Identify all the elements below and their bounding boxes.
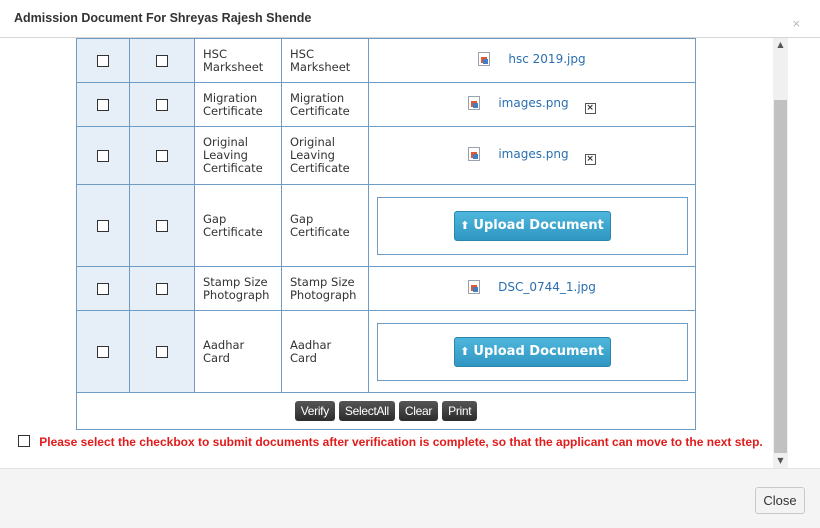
file-link[interactable]: DSC_0744_1.jpg [468, 280, 596, 294]
modal-body: HSC Marksheet HSC Marksheet hsc 2019.jpg M… [0, 38, 820, 468]
document-label: HSC Marksheet [281, 38, 369, 83]
document-name: Original Leaving Certificate [194, 126, 282, 185]
delete-x-icon[interactable]: × [584, 153, 596, 165]
image-file-icon [468, 95, 481, 110]
select-checkbox[interactable] [156, 55, 168, 67]
documents-table: HSC Marksheet HSC Marksheet hsc 2019.jpg M… [76, 38, 696, 430]
file-link[interactable]: hsc 2019.jpg [478, 52, 586, 66]
notice-text: Please select the checkbox to submit doc… [39, 435, 763, 449]
upload-icon: ⬆ [460, 219, 470, 232]
submit-notice: Please select the checkbox to submit doc… [18, 433, 768, 451]
table-row: Original Leaving Certificate Original Leavi… [76, 126, 696, 185]
table-row: Aadhar Card Aadhar Card ⬆ Upload Document [76, 310, 696, 393]
document-label: Stamp Size Photograph [281, 266, 369, 311]
document-name: Stamp Size Photograph [194, 266, 282, 311]
verify-checkbox[interactable] [97, 55, 109, 67]
select-all-button[interactable]: SelectAll [338, 401, 395, 421]
modal-header: Admission Document For Shreyas Rajesh Sh… [0, 0, 820, 38]
document-name: Aadhar Card [194, 310, 282, 393]
submit-checkbox[interactable] [18, 435, 30, 447]
select-checkbox[interactable] [156, 283, 168, 295]
verify-button[interactable]: Verify [294, 401, 335, 421]
verify-checkbox[interactable] [97, 99, 109, 111]
modal-title: Admission Document For Shreyas Rajesh Sh… [14, 11, 312, 25]
scroll-thumb[interactable] [774, 100, 787, 453]
table-row: HSC Marksheet HSC Marksheet hsc 2019.jpg [76, 38, 696, 83]
action-row: Verify SelectAll Clear Print [76, 392, 696, 430]
table-row: Gap Certificate Gap Certificate ⬆ Upload Do… [76, 184, 696, 267]
file-link[interactable]: images.png [468, 95, 569, 110]
file-link[interactable]: images.png [468, 146, 569, 161]
vertical-scrollbar[interactable]: ▲ ▼ [773, 38, 788, 468]
chevron-up-icon[interactable]: ▲ [773, 38, 788, 52]
image-file-icon [468, 280, 481, 294]
document-label: Aadhar Card [281, 310, 369, 393]
document-name: Migration Certificate [194, 82, 282, 127]
delete-x-icon[interactable]: × [584, 102, 596, 114]
document-name: HSC Marksheet [194, 38, 282, 83]
modal-footer: Close [0, 468, 820, 528]
select-checkbox[interactable] [156, 346, 168, 358]
upload-document-button[interactable]: ⬆ Upload Document [453, 210, 611, 241]
image-file-icon [478, 52, 491, 66]
document-name: Gap Certificate [194, 184, 282, 267]
verify-checkbox[interactable] [97, 220, 109, 232]
upload-document-button[interactable]: ⬆ Upload Document [453, 336, 611, 367]
close-icon[interactable]: × [792, 18, 801, 29]
table-row: Migration Certificate Migration Certificat… [76, 82, 696, 127]
image-file-icon [468, 146, 481, 161]
clear-button[interactable]: Clear [398, 401, 439, 421]
select-checkbox[interactable] [156, 99, 168, 111]
document-label: Original Leaving Certificate [281, 126, 369, 185]
select-checkbox[interactable] [156, 150, 168, 162]
upload-box: ⬆ Upload Document [376, 322, 688, 381]
close-button[interactable]: Close [755, 487, 805, 514]
select-checkbox[interactable] [156, 220, 168, 232]
verify-checkbox[interactable] [97, 283, 109, 295]
print-button[interactable]: Print [442, 401, 478, 421]
verify-checkbox[interactable] [97, 346, 109, 358]
upload-box: ⬆ Upload Document [376, 196, 688, 255]
verify-checkbox[interactable] [97, 150, 109, 162]
table-row: Stamp Size Photograph Stamp Size Photograp… [76, 266, 696, 311]
document-label: Migration Certificate [281, 82, 369, 127]
chevron-down-icon[interactable]: ▼ [773, 454, 788, 468]
document-label: Gap Certificate [281, 184, 369, 267]
upload-icon: ⬆ [460, 345, 470, 358]
